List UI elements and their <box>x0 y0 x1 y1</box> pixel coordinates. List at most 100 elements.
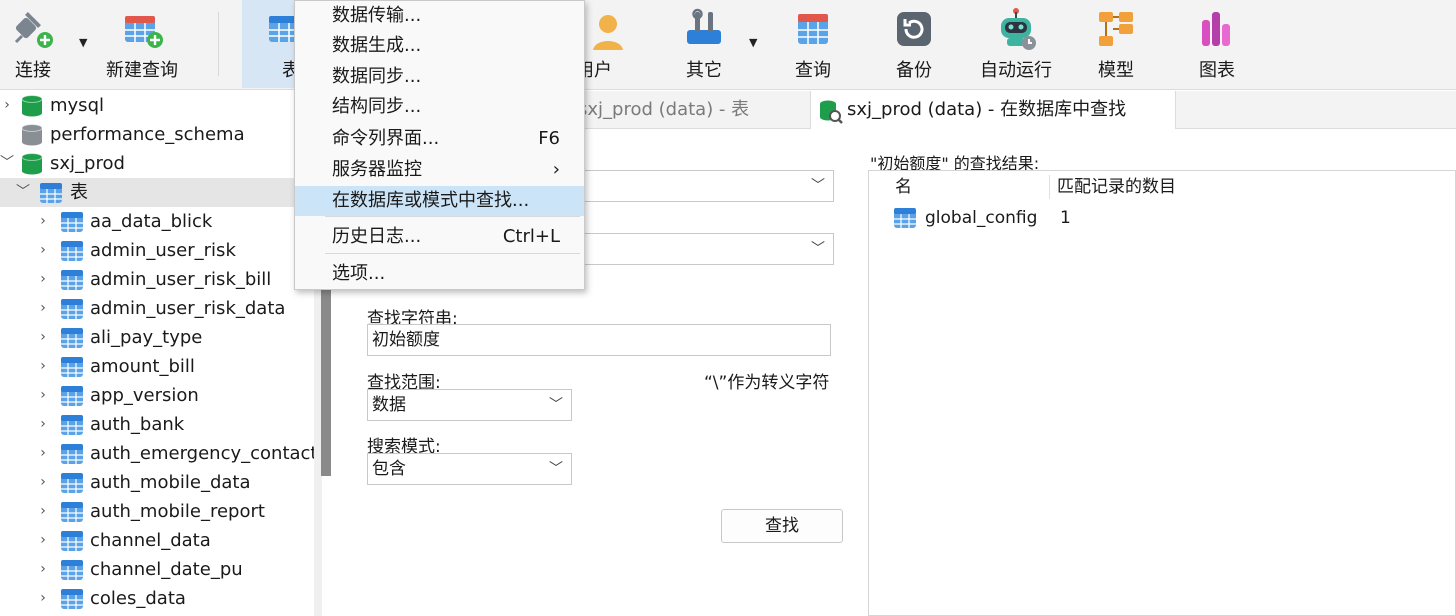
chart-label: 图表 <box>1199 60 1235 81</box>
tree-item[interactable]: › coles_data <box>0 584 314 613</box>
table-icon <box>61 473 83 493</box>
chevron-right-icon[interactable]: › <box>36 207 50 236</box>
menu-item-label: 历史日志... <box>332 226 422 247</box>
tab-find-label: sxj_prod (data) - 在数据库中查找 <box>847 99 1127 120</box>
new-query-button[interactable]: 新建查询 <box>100 0 184 88</box>
tree-item[interactable]: › admin_user_risk <box>0 236 314 265</box>
backup-button[interactable]: 备份 <box>878 0 950 88</box>
query-button[interactable]: 查询 <box>778 0 848 88</box>
tree-item[interactable]: › app_version <box>0 381 314 410</box>
chevron-right-icon[interactable]: › <box>36 497 50 526</box>
sidebar-scrollbar[interactable] <box>321 290 331 476</box>
tree-item-label: channel_date_pu <box>90 559 243 580</box>
find-button[interactable]: 查找 <box>721 509 843 543</box>
table-icon <box>61 444 83 464</box>
tree-item-label: 表 <box>70 182 88 203</box>
tree-item[interactable]: › auth_mobile_data <box>0 468 314 497</box>
tree-item[interactable]: ﹀ 表 <box>0 178 314 207</box>
chevron-right-icon[interactable]: › <box>36 526 50 555</box>
chevron-right-icon[interactable]: › <box>0 91 14 120</box>
chart-icon <box>1202 12 1230 46</box>
menu-item[interactable]: 历史日志... Ctrl+L <box>295 222 584 252</box>
tree-item[interactable]: › ali_pay_type <box>0 323 314 352</box>
menu-item[interactable]: 数据同步... <box>295 62 584 92</box>
autorun-label: 自动运行 <box>980 60 1052 81</box>
results-panel: "初始额度" 的查找结果: 名 匹配记录的数目 global_config 1 <box>868 150 1456 616</box>
connect-label: 连接 <box>15 60 51 81</box>
connect-button[interactable]: 连接 <box>0 0 66 88</box>
tree-item[interactable]: ﹀ sxj_prod <box>0 149 314 178</box>
chevron-down-icon: ﹀ <box>811 241 825 257</box>
chevron-right-icon[interactable]: › <box>36 265 50 294</box>
chevron-right-icon[interactable]: › <box>36 410 50 439</box>
search-mode-select[interactable]: 包含 ﹀ <box>367 453 572 485</box>
toolbar-separator <box>218 12 219 76</box>
chevron-right-icon[interactable]: › <box>36 352 50 381</box>
tree-item[interactable]: › auth_emergency_contact <box>0 439 314 468</box>
results-grid: 名 匹配记录的数目 global_config 1 <box>868 170 1456 616</box>
tree-item[interactable]: › amount_bill <box>0 352 314 381</box>
tree-item[interactable]: › auth_bank <box>0 410 314 439</box>
tree-item[interactable]: › channel_data <box>0 526 314 555</box>
other-button[interactable]: 其它 <box>670 0 738 88</box>
other-dropdown-icon[interactable]: ▼ <box>749 36 757 49</box>
tree-item[interactable]: › mysql <box>0 91 314 120</box>
result-count: 1 <box>1060 208 1071 228</box>
scope-select[interactable]: 数据 ﹀ <box>367 389 572 421</box>
tree-item-label: aa_data_blick <box>90 211 213 232</box>
chevron-right-icon[interactable]: › <box>36 468 50 497</box>
tree-item[interactable]: › aa_data_blick <box>0 207 314 236</box>
connect-dropdown-icon[interactable]: ▼ <box>79 36 87 49</box>
column-divider <box>1049 175 1050 199</box>
tree-item-label: mysql <box>50 95 104 116</box>
tools-icon <box>687 8 721 44</box>
menu-item[interactable]: 数据生成... <box>295 31 584 61</box>
chevron-right-icon[interactable]: › <box>36 381 50 410</box>
chevron-right-icon[interactable]: › <box>36 323 50 352</box>
chevron-right-icon[interactable]: › <box>36 236 50 265</box>
chevron-down-icon: ﹀ <box>549 461 563 477</box>
tree-item-label: admin_user_risk <box>90 240 236 261</box>
table-icon <box>61 241 83 261</box>
other-label: 其它 <box>686 60 722 81</box>
document-tab-bar: sxj_prod (data) - 表 sxj_prod (data) - 在数… <box>540 91 1456 129</box>
menu-item-label: 数据同步... <box>332 66 422 87</box>
scope-select-value: 数据 <box>372 395 406 415</box>
menu-item[interactable]: 服务器监控 › <box>295 155 584 185</box>
tree-item-label: auth_mobile_report <box>90 501 265 522</box>
tree-item[interactable]: › admin_user_risk_data <box>0 294 314 323</box>
tree-item-label: performance_schema <box>50 124 245 145</box>
menu-item[interactable]: 命令列界面... F6 <box>295 124 584 154</box>
table-icon <box>61 328 83 348</box>
chevron-right-icon[interactable]: › <box>36 584 50 613</box>
menu-item[interactable]: 选项... <box>295 259 584 289</box>
tree-item[interactable]: › auth_mobile_report <box>0 497 314 526</box>
table-icon <box>894 208 916 228</box>
backup-icon <box>897 12 931 46</box>
database-search-icon <box>820 100 843 124</box>
query-icon <box>798 14 828 44</box>
table-folder-icon <box>40 183 62 203</box>
model-button[interactable]: 模型 <box>1082 0 1150 88</box>
menu-item-label: 服务器监控 <box>332 159 422 180</box>
tree-item-label: auth_emergency_contact <box>90 443 314 464</box>
tree-item[interactable]: › channel_date_pu <box>0 555 314 584</box>
chevron-right-icon[interactable]: › <box>36 439 50 468</box>
chevron-down-icon[interactable]: ﹀ <box>16 178 30 207</box>
tab-find-in-database[interactable]: sxj_prod (data) - 在数据库中查找 <box>810 91 1176 129</box>
chevron-right-icon[interactable]: › <box>36 555 50 584</box>
tree-item[interactable]: performance_schema <box>0 120 314 149</box>
chevron-right-icon[interactable]: › <box>36 294 50 323</box>
search-mode-value: 包含 <box>372 459 406 479</box>
search-string-input[interactable]: 初始额度 <box>367 324 831 356</box>
chevron-down-icon[interactable]: ﹀ <box>0 149 14 178</box>
escape-char-note: “\”作为转义字符 <box>704 373 830 393</box>
result-row[interactable]: global_config 1 <box>869 203 1455 233</box>
menu-item[interactable]: 在数据库或模式中查找... <box>295 186 584 216</box>
chart-button[interactable]: 图表 <box>1184 0 1250 88</box>
tree-item[interactable]: › admin_user_risk_bill <box>0 265 314 294</box>
autorun-button[interactable]: 自动运行 <box>974 0 1058 88</box>
menu-item-label: 数据生成... <box>332 35 422 56</box>
menu-item[interactable]: 数据传输... <box>295 1 584 31</box>
menu-item[interactable]: 结构同步... <box>295 92 584 122</box>
